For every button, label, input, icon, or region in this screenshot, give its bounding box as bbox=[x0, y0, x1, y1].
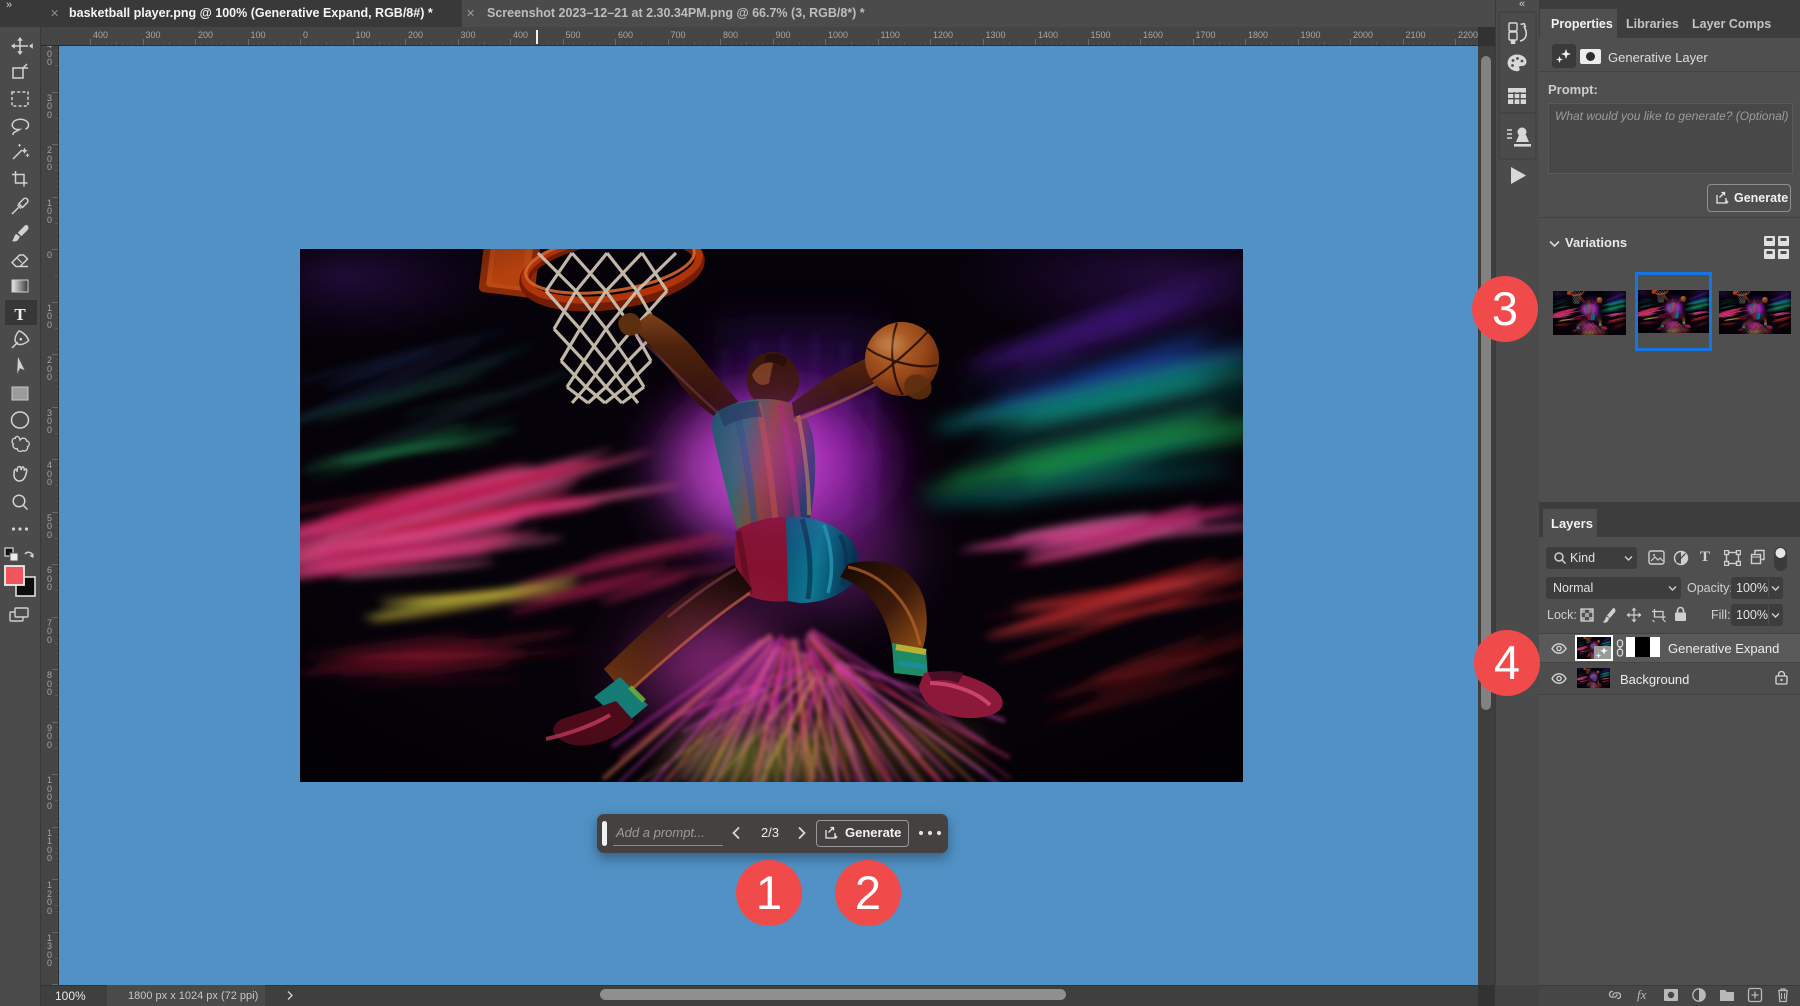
svg-text:fx: fx bbox=[1637, 987, 1647, 1002]
svg-text:T: T bbox=[14, 305, 26, 324]
